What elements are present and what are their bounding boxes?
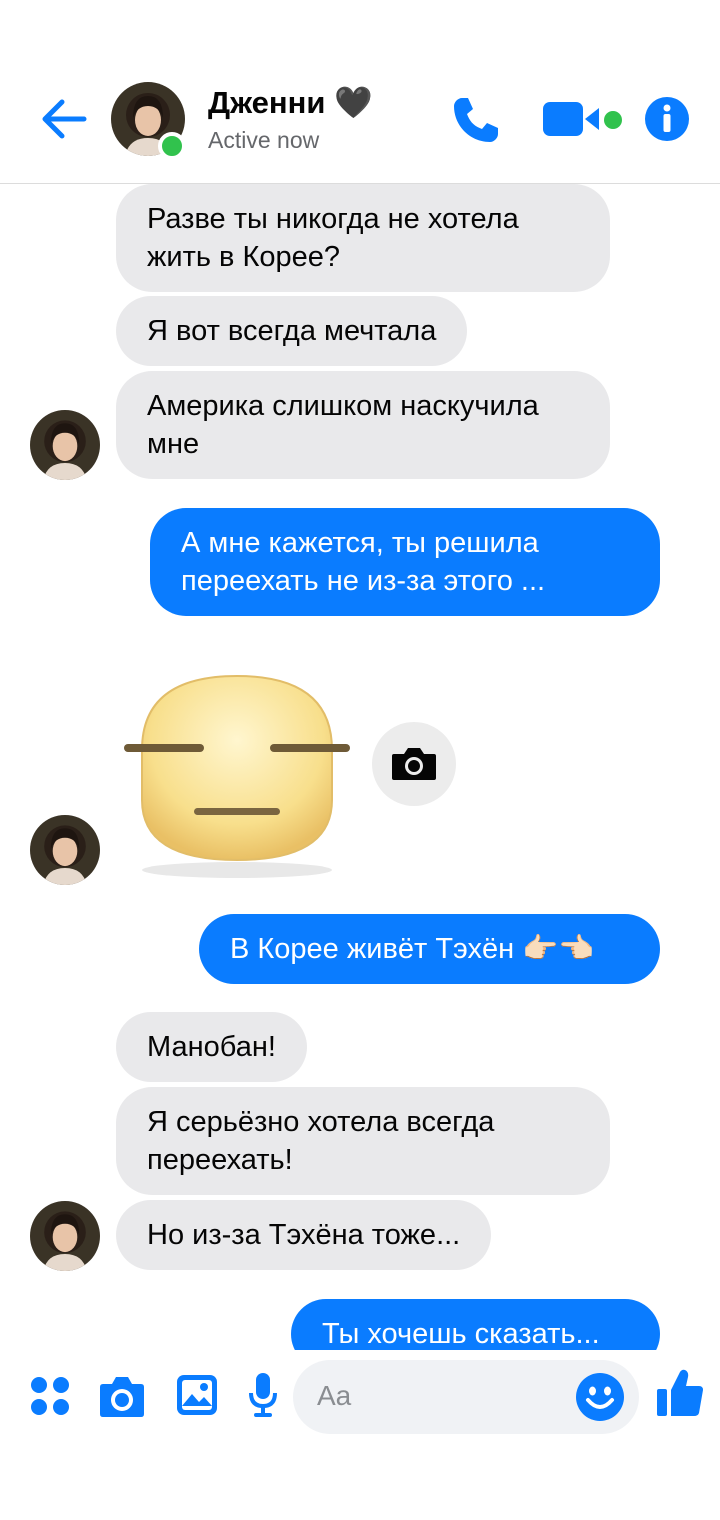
message-list: Разве ты никогда не хотела жить в Корее?… — [0, 184, 720, 1350]
camera-icon — [392, 748, 436, 780]
contact-avatar-small[interactable] — [30, 410, 100, 480]
emoji-icon[interactable] — [575, 1372, 625, 1422]
info-icon[interactable] — [644, 96, 690, 142]
contact-status: Active now — [208, 127, 320, 153]
thumbs-up-icon[interactable] — [656, 1368, 704, 1418]
incoming-message[interactable]: Америка слишком наскучила мне — [116, 371, 610, 479]
incoming-message[interactable]: Разве ты никогда не хотела жить в Корее? — [116, 184, 610, 292]
online-indicator — [158, 132, 186, 160]
incoming-message[interactable]: Я серьёзно хотела всегда переехать! — [116, 1087, 610, 1195]
contact-name[interactable]: Дженни 🖤 — [208, 84, 373, 121]
camera-icon[interactable] — [99, 1374, 145, 1418]
microphone-icon[interactable] — [248, 1372, 278, 1418]
video-icon[interactable] — [543, 100, 603, 138]
incoming-message[interactable]: Манобан! — [116, 1012, 307, 1082]
contact-avatar-small[interactable] — [30, 1201, 100, 1271]
chat-header: Дженни 🖤 Active now — [0, 0, 720, 184]
message-input-placeholder: Aa — [317, 1380, 352, 1411]
expressionless-face-sticker[interactable] — [122, 670, 352, 880]
phone-icon[interactable] — [450, 94, 502, 146]
back-arrow-icon[interactable] — [38, 96, 88, 142]
gallery-icon[interactable] — [176, 1374, 218, 1416]
contact-avatar-small[interactable] — [30, 815, 100, 885]
incoming-message[interactable]: Я вот всегда мечтала — [116, 296, 468, 366]
outgoing-message[interactable]: Ты хочешь сказать... — [291, 1299, 660, 1350]
incoming-message[interactable]: Но из-за Тэхёна тоже... — [116, 1200, 492, 1270]
message-composer: Aa — [0, 1350, 720, 1460]
video-active-indicator — [604, 111, 622, 129]
share-photo-button[interactable] — [372, 722, 456, 806]
outgoing-message[interactable]: А мне кажется, ты решила переехать не из… — [150, 508, 660, 616]
message-input[interactable]: Aa — [293, 1360, 639, 1434]
outgoing-message[interactable]: В Корее живёт Тэхён 👉🏻👈🏻 — [199, 914, 660, 984]
apps-icon[interactable] — [30, 1376, 70, 1416]
